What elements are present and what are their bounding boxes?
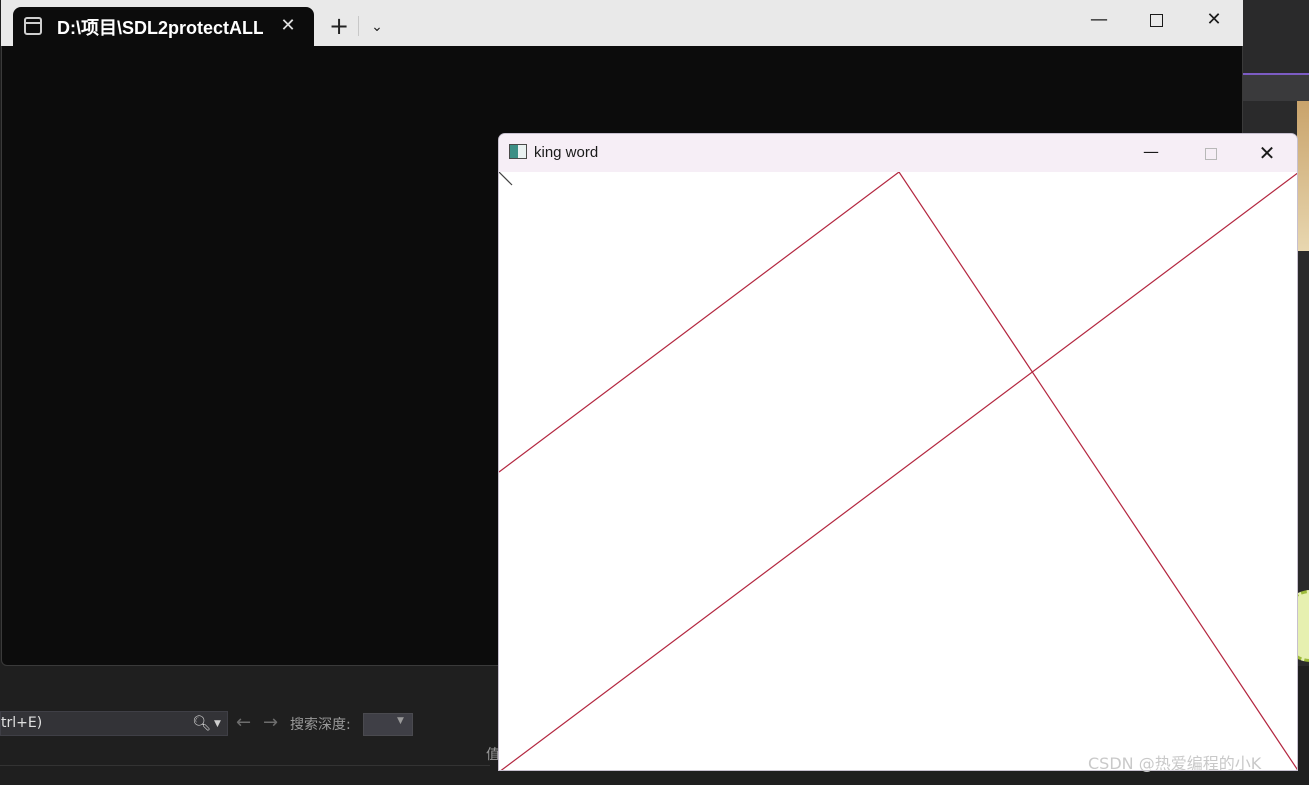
search-depth-label: 搜索深度: (290, 717, 351, 733)
tab-close-icon[interactable]: ✕ (278, 16, 298, 36)
chevron-down-icon[interactable]: ▼ (397, 716, 404, 726)
cursor-line (499, 172, 513, 186)
sdl-maximize-button[interactable] (1199, 134, 1223, 172)
new-tab-button[interactable]: + (327, 14, 351, 38)
terminal-icon (24, 17, 42, 35)
maximize-icon (1149, 13, 1163, 27)
back-arrow-icon[interactable]: ← (236, 713, 256, 733)
sdl-close-button[interactable]: ✕ (1255, 134, 1279, 172)
close-button[interactable]: ✕ (1191, 0, 1237, 40)
tab-separator (358, 16, 359, 36)
sdl-window[interactable]: king word — ✕ (498, 133, 1298, 771)
chevron-down-icon[interactable]: ▼ (214, 713, 226, 733)
sdl-minimize-button[interactable]: — (1139, 134, 1163, 172)
maximize-icon (1205, 147, 1217, 160)
ide-right-toolbar (1243, 75, 1309, 101)
ide-background-image (1297, 101, 1309, 251)
tab-dropdown-button[interactable]: ⌄ (365, 14, 389, 38)
forward-arrow-icon[interactable]: → (263, 713, 283, 733)
search-depth-select[interactable] (363, 713, 413, 736)
maximize-button[interactable] (1133, 0, 1179, 40)
rendered-line (898, 172, 1297, 770)
rendered-line (499, 172, 900, 473)
rendered-line (500, 172, 1297, 770)
ide-divider (0, 765, 490, 766)
sdl-window-title: king word (534, 144, 599, 161)
app-icon (509, 144, 527, 159)
watermark: CSDN @热爱编程的小K (1088, 754, 1262, 773)
sdl-titlebar[interactable]: king word — ✕ (499, 134, 1297, 172)
search-icon[interactable]: 🔍︎ (192, 713, 212, 733)
sdl-render-canvas[interactable] (499, 172, 1298, 771)
minimize-button[interactable]: — (1076, 0, 1122, 40)
terminal-tab-title: D:\项目\SDL2protectALL\ (57, 18, 263, 38)
